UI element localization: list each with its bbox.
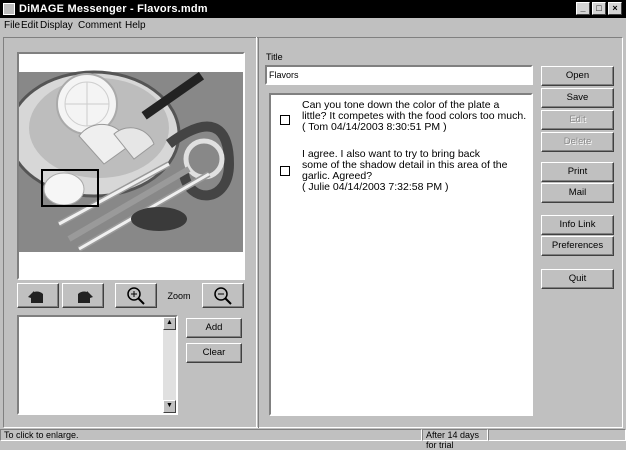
menu-display[interactable]: Display bbox=[40, 20, 73, 31]
edit-button[interactable]: Edit bbox=[541, 110, 614, 130]
title-bar: DiMAGE Messenger - Flavors.mdm _ □ × bbox=[0, 0, 626, 18]
zoom-in-button[interactable] bbox=[115, 283, 157, 308]
quit-button[interactable]: Quit bbox=[541, 269, 614, 289]
menu-help[interactable]: Help bbox=[125, 20, 146, 31]
rotate-left-button[interactable] bbox=[17, 283, 59, 308]
title-label: Title bbox=[266, 52, 283, 62]
zoom-out-button[interactable] bbox=[202, 283, 244, 308]
window-controls: _ □ × bbox=[576, 2, 622, 15]
entry-scrollbar[interactable]: ▲ ▼ bbox=[163, 317, 176, 413]
pane-divider[interactable] bbox=[256, 37, 259, 428]
close-button[interactable]: × bbox=[608, 2, 622, 15]
photo-image[interactable] bbox=[19, 54, 243, 278]
rotate-left-icon bbox=[28, 290, 43, 303]
menu-edit[interactable]: Edit bbox=[21, 20, 38, 31]
zoom-out-icon bbox=[214, 286, 232, 305]
open-button[interactable]: Open bbox=[541, 66, 614, 86]
status-extra bbox=[488, 429, 626, 441]
app-icon bbox=[3, 3, 15, 15]
minimize-button[interactable]: _ bbox=[576, 2, 590, 15]
info-link-button[interactable]: Info Link bbox=[541, 215, 614, 235]
comment-item[interactable]: Can you tone down the color of the plate… bbox=[302, 100, 526, 133]
status-bar: To click to enlarge. After 14 days for t… bbox=[0, 429, 626, 450]
print-button[interactable]: Print bbox=[541, 162, 614, 182]
comments-list bbox=[269, 93, 533, 416]
rotate-right-icon bbox=[78, 290, 93, 303]
comment-checkbox[interactable] bbox=[280, 115, 290, 125]
maximize-button[interactable]: □ bbox=[592, 2, 606, 15]
menu-bar: File Edit Display Comment Help bbox=[0, 18, 626, 34]
menu-comment[interactable]: Comment bbox=[78, 20, 121, 31]
zoom-label: Zoom bbox=[167, 290, 191, 301]
scroll-up-button[interactable]: ▲ bbox=[163, 317, 176, 330]
title-field[interactable]: Flavors bbox=[265, 65, 533, 85]
mail-button[interactable]: Mail bbox=[541, 183, 614, 203]
status-message: To click to enlarge. bbox=[0, 429, 422, 441]
clear-button[interactable]: Clear bbox=[186, 343, 242, 363]
scroll-down-button[interactable]: ▼ bbox=[163, 400, 176, 413]
save-button[interactable]: Save bbox=[541, 88, 614, 108]
status-trial: After 14 days for trial bbox=[422, 429, 488, 450]
comment-checkbox[interactable] bbox=[280, 166, 290, 176]
preferences-button[interactable]: Preferences bbox=[541, 236, 614, 256]
zoom-in-icon bbox=[127, 286, 145, 305]
comment-entry-box[interactable]: ▲ ▼ bbox=[17, 315, 178, 415]
add-button[interactable]: Add bbox=[186, 318, 242, 338]
menu-file[interactable]: File bbox=[4, 20, 20, 31]
rotate-right-button[interactable] bbox=[62, 283, 104, 308]
title-field-value: Flavors bbox=[269, 70, 299, 80]
image-preview-frame bbox=[17, 52, 245, 280]
delete-button[interactable]: Delete bbox=[541, 132, 614, 152]
zoom-label-box: Zoom bbox=[158, 283, 200, 308]
window-title: DiMAGE Messenger - Flavors.mdm bbox=[19, 3, 208, 15]
comment-item[interactable]: I agree. I also want to try to bring bac… bbox=[302, 149, 507, 193]
